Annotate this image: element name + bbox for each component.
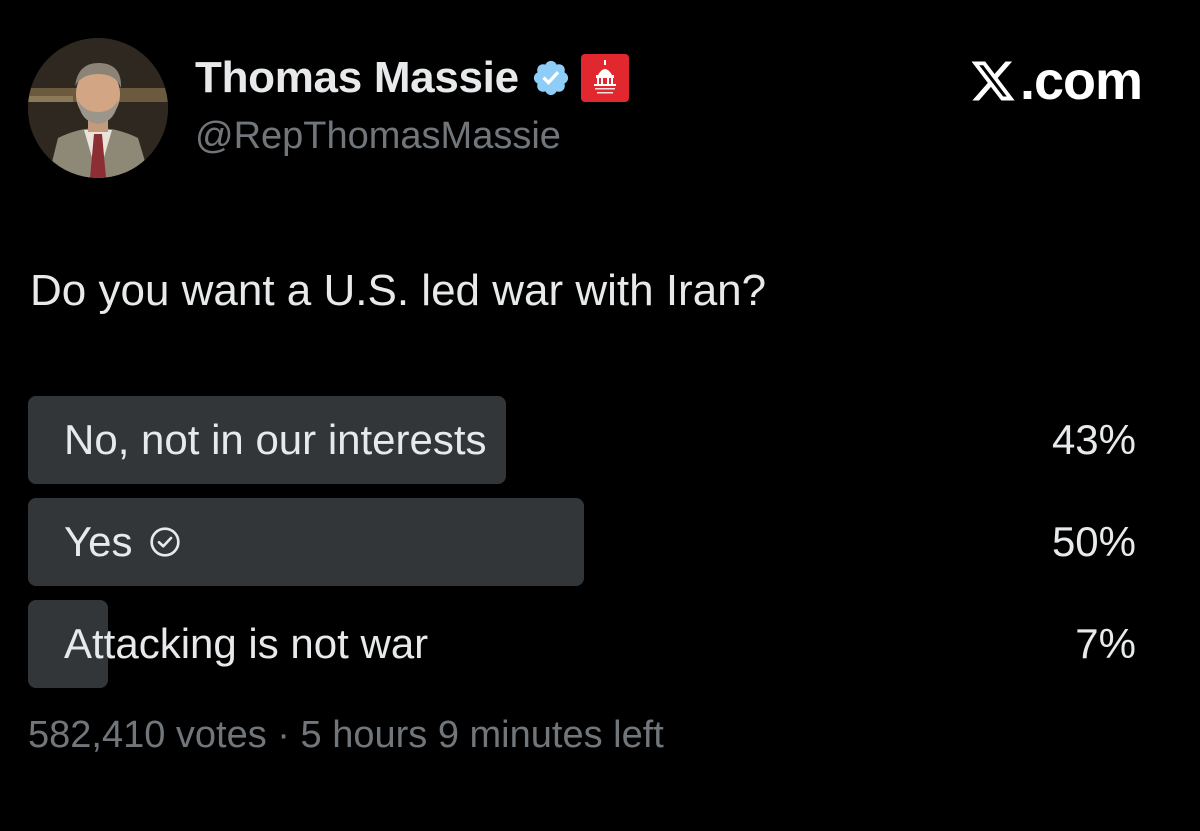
poll-option-percent: 43% bbox=[1051, 416, 1136, 463]
x-brand: .com bbox=[968, 50, 1143, 112]
selected-check-icon bbox=[149, 527, 180, 557]
capitol-dome-icon bbox=[593, 60, 616, 94]
author-name-row: Thomas Massie bbox=[195, 52, 629, 104]
poll-option[interactable]: Yes 50% bbox=[28, 498, 1140, 586]
house-gop-badge[interactable] bbox=[580, 54, 629, 102]
post: Thomas Massie @RepThomasMassie .com Do y… bbox=[0, 0, 1200, 831]
x-brand-text: .com bbox=[1019, 51, 1143, 111]
footer-separator: · bbox=[266, 714, 301, 756]
poll: No, not in our interests 43% Yes 50% Att… bbox=[28, 396, 1140, 702]
poll-option[interactable]: No, not in our interests 43% bbox=[28, 396, 1140, 484]
poll-footer: 582,410 votes · 5 hours 9 minutes left bbox=[28, 714, 664, 757]
poll-option[interactable]: Attacking is not war 7% bbox=[28, 600, 1140, 688]
poll-vote-count: 582,410 votes bbox=[28, 714, 267, 756]
avatar-photo bbox=[28, 38, 168, 178]
x-logo-icon bbox=[971, 61, 1015, 101]
poll-option-label: Yes bbox=[64, 518, 133, 565]
poll-option-label: Attacking is not war bbox=[64, 620, 429, 667]
poll-option-label: No, not in our interests bbox=[64, 416, 487, 463]
post-text: Do you want a U.S. led war with Iran? bbox=[30, 266, 767, 315]
author-display-name[interactable]: Thomas Massie bbox=[195, 53, 519, 103]
verified-badge-icon[interactable] bbox=[531, 58, 571, 98]
avatar[interactable] bbox=[28, 38, 168, 178]
poll-option-percent: 7% bbox=[1075, 620, 1136, 667]
poll-time-left: 5 hours 9 minutes left bbox=[300, 714, 664, 756]
poll-option-percent: 50% bbox=[1051, 518, 1136, 565]
author-handle[interactable]: @RepThomasMassie bbox=[195, 115, 561, 158]
